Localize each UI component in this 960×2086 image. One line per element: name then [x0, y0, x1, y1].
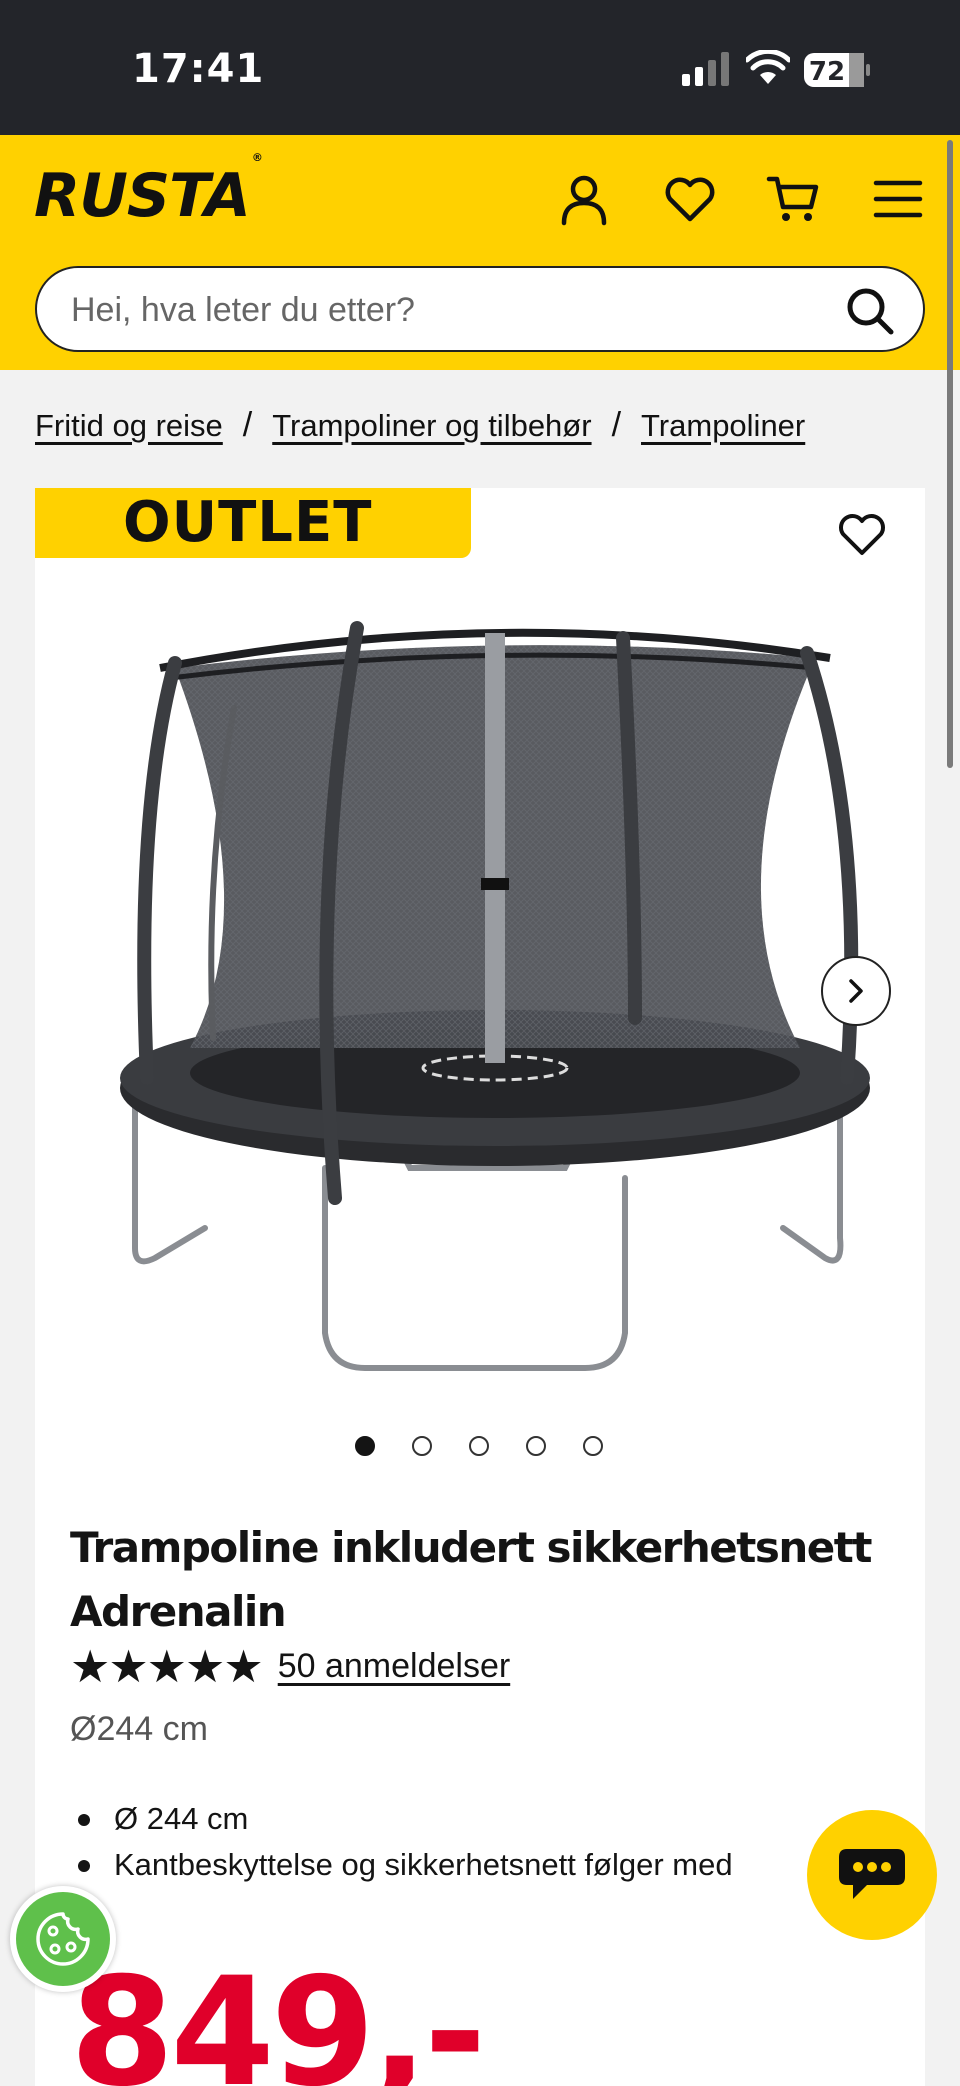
reviews-link[interactable]: 50 anmeldelser	[278, 1647, 510, 1686]
status-bar: 17:41 72	[0, 0, 960, 135]
search-icon[interactable]	[845, 286, 895, 336]
battery-icon: 72	[803, 52, 871, 88]
chat-icon	[839, 1849, 905, 1899]
breadcrumb-separator: /	[242, 406, 253, 444]
cookie-settings-button[interactable]	[10, 1886, 116, 1992]
user-icon[interactable]	[556, 171, 612, 227]
cookie-icon	[36, 1912, 90, 1966]
site-header: RUSTA®	[0, 135, 960, 370]
logo-text: RUSTA	[34, 161, 251, 231]
rusta-logo[interactable]: RUSTA®	[34, 151, 263, 231]
outlet-badge-label: OUTLET	[123, 490, 373, 555]
product-card: OUTLET Trampoline inkludert sikkerhetsne…	[35, 488, 925, 2086]
carousel-dot[interactable]	[583, 1436, 603, 1456]
product-variant: Ø244 cm	[70, 1710, 208, 1748]
breadcrumb-fritid-og-reise[interactable]: Fritid og reise	[35, 408, 223, 444]
rating-stars: ★★★★★	[70, 1640, 264, 1693]
heart-icon[interactable]	[662, 171, 718, 227]
chevron-right-icon	[849, 979, 863, 1003]
cart-icon[interactable]	[766, 171, 822, 227]
product-price: 849,-	[70, 1946, 486, 2086]
battery-level: 72	[809, 57, 845, 87]
product-title: Trampoline inkludert sikkerhetsnett Adre…	[70, 1523, 872, 1636]
product-features: Ø 244 cm Kantbeskyttelse og sikkerhetsne…	[70, 1796, 733, 1888]
scrollbar[interactable]	[947, 140, 953, 768]
carousel-next-button[interactable]	[821, 956, 891, 1026]
favorite-heart-icon[interactable]	[836, 508, 888, 560]
carousel-dot[interactable]	[526, 1436, 546, 1456]
outlet-badge: OUTLET	[35, 488, 471, 558]
breadcrumb-trampoliner[interactable]: Trampoliner	[641, 408, 805, 444]
feature-item: Kantbeskyttelse og sikkerhetsnett følger…	[70, 1842, 733, 1888]
trampoline-image[interactable]	[95, 608, 895, 1408]
status-time: 17:41	[132, 46, 265, 92]
carousel-dot[interactable]	[355, 1436, 375, 1456]
search-bar	[35, 266, 925, 352]
menu-icon[interactable]	[872, 171, 928, 227]
carousel-dot[interactable]	[469, 1436, 489, 1456]
breadcrumb-separator: /	[611, 406, 622, 444]
carousel-dot[interactable]	[412, 1436, 432, 1456]
search-input[interactable]	[71, 286, 831, 334]
carousel-indicators	[355, 1436, 603, 1456]
chat-button[interactable]	[807, 1810, 937, 1940]
product-rating: ★★★★★ 50 anmeldelser	[70, 1640, 510, 1693]
breadcrumb-trampoliner-og-tilbehor[interactable]: Trampoliner og tilbehør	[272, 408, 591, 444]
signal-icon	[682, 52, 729, 86]
feature-item: Ø 244 cm	[70, 1796, 733, 1842]
breadcrumb: Fritid og reise / Trampoliner og tilbehø…	[35, 406, 805, 445]
wifi-icon	[746, 50, 790, 84]
